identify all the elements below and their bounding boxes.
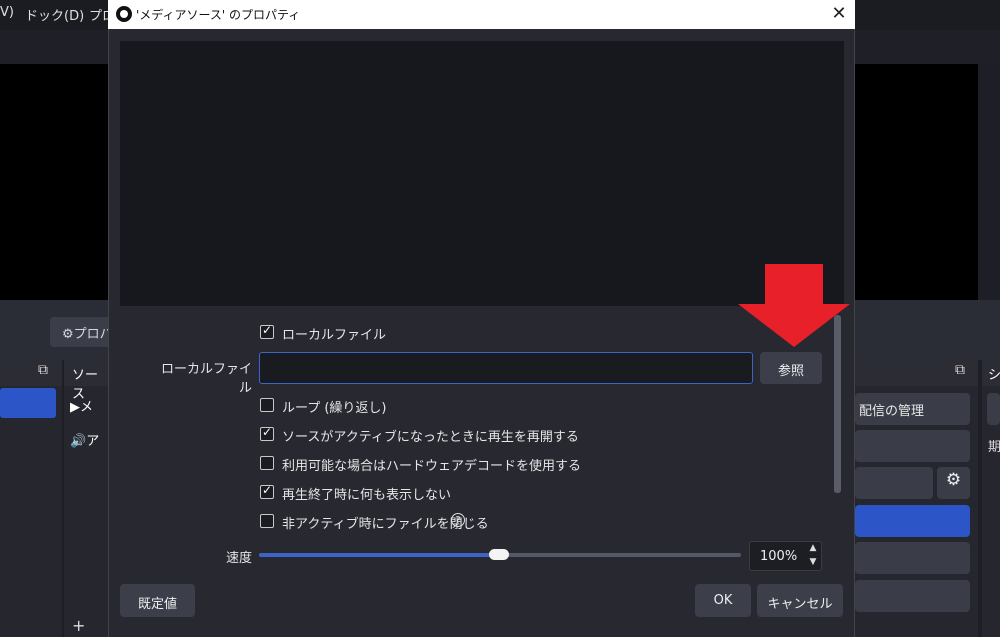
add-source-icon[interactable]: + (72, 616, 85, 635)
controls-dock-header: ⧉ (855, 360, 978, 386)
local-file-input[interactable] (259, 352, 753, 384)
ok-button[interactable]: OK (695, 584, 751, 617)
source-item-media[interactable]: ▶メ (70, 396, 93, 415)
hw-decode-label: 利用可能な場合はハードウェアデコードを使用する (282, 459, 582, 474)
defaults-button[interactable]: 既定値 (120, 584, 195, 617)
speed-label: 速度 (225, 551, 252, 566)
local-file-field-label: ローカルファイル (160, 362, 252, 396)
local-file-checkbox[interactable] (260, 323, 274, 339)
settings-button[interactable] (855, 580, 970, 612)
spin-down-icon[interactable]: ▼ (806, 557, 820, 567)
studio-mode-button[interactable] (855, 542, 970, 574)
show-nothing-checkbox[interactable] (260, 483, 274, 499)
start-recording-button[interactable] (855, 467, 933, 499)
speed-spinbox[interactable]: 100% ▲ ▼ (749, 541, 822, 571)
play-icon: ▶ (70, 400, 80, 415)
transition-select[interactable] (987, 393, 1000, 425)
media-preview (120, 41, 844, 306)
scene-item-selected[interactable] (0, 388, 56, 418)
sources-dock-header: ソース (64, 360, 108, 402)
browse-button[interactable]: 参照 (760, 352, 822, 384)
undock-icon[interactable]: ⧉ (955, 362, 965, 378)
obs-logo-icon (116, 6, 132, 22)
speed-value: 100% (760, 549, 798, 564)
hw-decode-checkbox[interactable] (260, 456, 274, 470)
menu-view[interactable]: V) (0, 5, 14, 20)
restart-on-active-label: ソースがアクティブになったときに再生を再開する (282, 430, 579, 445)
main-preview-right (855, 64, 978, 300)
help-icon[interactable]: ? (451, 513, 465, 527)
speed-slider-fill (259, 553, 499, 557)
close-when-inactive-checkbox[interactable] (260, 514, 274, 528)
main-preview-edge (978, 64, 1000, 300)
manage-broadcast-button[interactable]: 配信の管理 (855, 393, 970, 425)
loop-checkbox[interactable] (260, 398, 274, 412)
loop-label: ループ (繰り返し) (282, 401, 387, 416)
undock-icon[interactable]: ⧉ (38, 362, 48, 378)
menu-dock[interactable]: ドック(D) (25, 5, 84, 24)
start-streaming-button[interactable] (855, 430, 970, 462)
gear-icon: ⚙ (62, 327, 74, 342)
spin-up-icon[interactable]: ▲ (806, 543, 820, 553)
duration-label: 期 (988, 440, 1000, 455)
speed-slider-handle[interactable] (489, 549, 509, 560)
cancel-button[interactable]: キャンセル (757, 584, 843, 617)
scenes-dock-header: ⧉ (0, 360, 62, 386)
gear-icon[interactable]: ⚙ (937, 467, 970, 499)
source-item-audio[interactable]: 🔊ア (70, 430, 99, 449)
dialog-title: 'メディアソース' のプロパティ (136, 8, 301, 22)
down-arrow-annotation-icon (738, 264, 850, 347)
close-icon[interactable]: ✕ (828, 3, 850, 25)
dialog-titlebar: 'メディアソース' のプロパティ ✕ (108, 0, 855, 29)
main-preview-left (0, 64, 110, 300)
speaker-icon: 🔊 (70, 434, 87, 449)
show-nothing-label: 再生終了時に何も表示しない (282, 488, 452, 503)
restart-on-active-checkbox[interactable] (260, 425, 274, 441)
local-file-checkbox-label: ローカルファイル (282, 328, 387, 343)
properties-button-label: プロパ (73, 327, 113, 342)
virtual-camera-button[interactable] (855, 505, 970, 537)
transitions-dock-header: シ (982, 360, 1000, 386)
